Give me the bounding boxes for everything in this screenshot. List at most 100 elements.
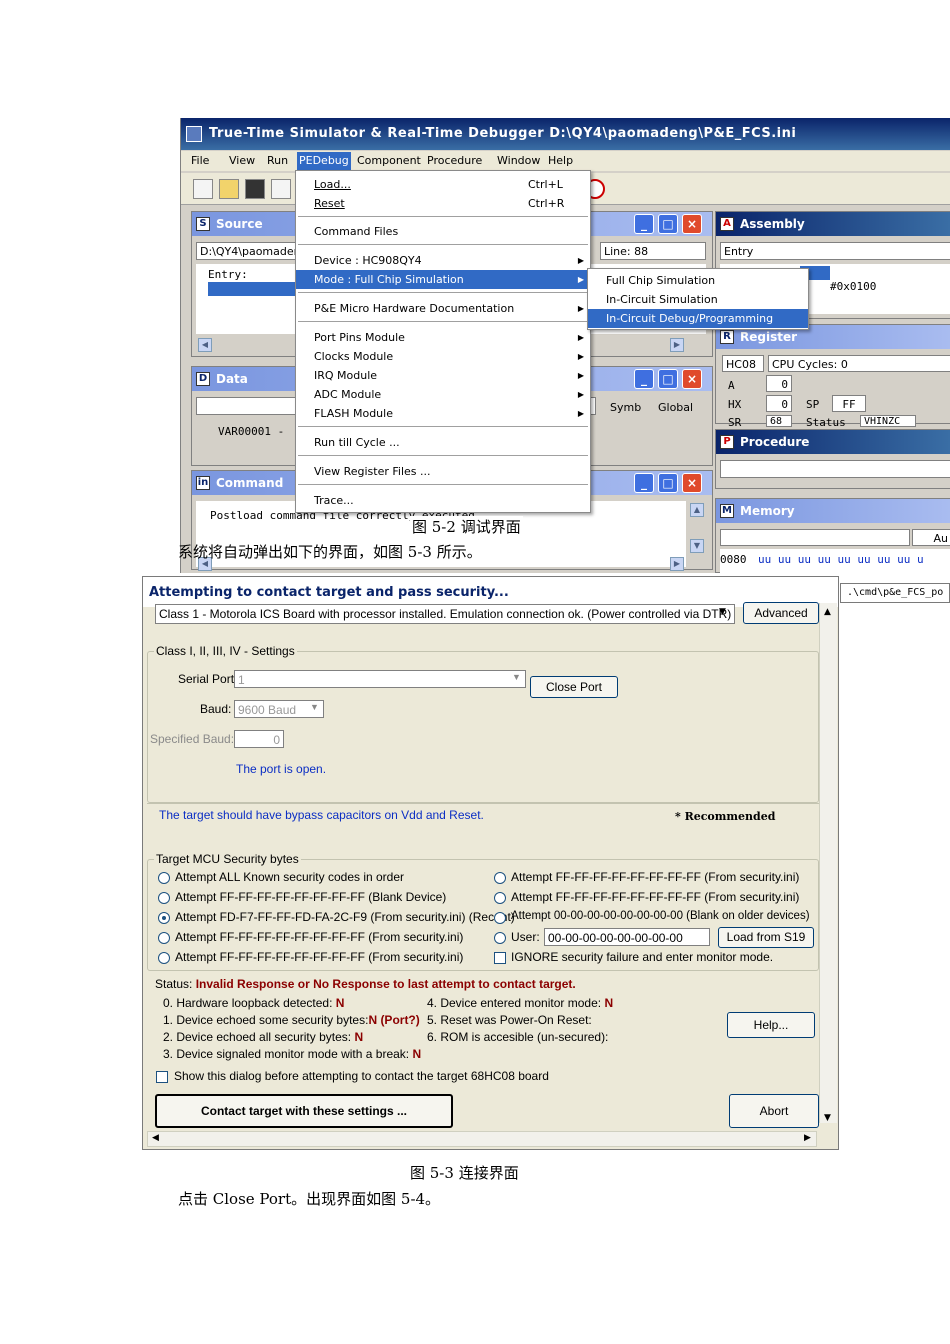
scroll-right-icon[interactable]: ▶ [804, 1133, 811, 1143]
sec-left-radio-4[interactable] [158, 952, 170, 964]
bypass-note: The target should have bypass capacitors… [159, 808, 484, 822]
load-s19-button[interactable]: Load from S19 [718, 927, 814, 948]
menu-item-view-register[interactable]: View Register Files ... [296, 462, 590, 481]
horizontal-scrollbar[interactable]: ◀ ▶ [147, 1131, 817, 1147]
debugger-window: True-Time Simulator & Real-Time Debugger… [180, 118, 950, 573]
menu-item-device[interactable]: Device : HC908QY4 ▶ [296, 251, 590, 270]
menu-component[interactable]: Component [357, 154, 421, 167]
abort-button[interactable]: Abort [729, 1094, 819, 1128]
menu-item-irq[interactable]: IRQ Module ▶ [296, 366, 590, 385]
connection-dialog: Attempting to contact target and pass se… [142, 576, 839, 1150]
serial-port-select[interactable]: 1 [234, 670, 526, 688]
menu-item-flash[interactable]: FLASH Module ▶ [296, 404, 590, 423]
close-icon[interactable]: × [682, 473, 702, 493]
scroll-up-icon[interactable]: ▲ [690, 503, 704, 517]
sec-left-radio-2[interactable] [158, 912, 170, 924]
reg-a-label: A [728, 379, 735, 392]
scroll-left-icon[interactable]: ◀ [198, 338, 212, 352]
menu-view[interactable]: View [229, 154, 255, 167]
maximize-icon[interactable]: □ [658, 473, 678, 493]
menu-item-port-pins[interactable]: Port Pins Module ▶ [296, 328, 590, 347]
user-security-input[interactable]: 00-00-00-00-00-00-00-00 [544, 928, 710, 946]
show-dialog-checkbox[interactable] [156, 1071, 168, 1083]
sec-left-radio-3[interactable] [158, 932, 170, 944]
vertical-scrollbar[interactable]: ▲ ▼ [819, 603, 837, 1123]
menu-item-mode[interactable]: Mode : Full Chip Simulation ▶ [296, 270, 590, 289]
menu-window[interactable]: Window [497, 154, 540, 167]
mode-full-chip[interactable]: Full Chip Simulation [588, 271, 808, 290]
reg-a-value[interactable]: 0 [766, 375, 792, 392]
assembly-title: Assembly [740, 217, 805, 231]
scroll-down-icon[interactable]: ▼ [824, 1113, 831, 1123]
class-select[interactable]: Class 1 - Motorola ICS Board with proces… [155, 604, 735, 624]
scroll-down-icon[interactable]: ▼ [690, 539, 704, 553]
chevron-down-icon[interactable]: ▼ [512, 672, 521, 682]
maximize-icon[interactable]: □ [658, 214, 678, 234]
minimize-icon[interactable]: _ [634, 369, 654, 389]
menu-item-reset[interactable]: Reset Ctrl+R [296, 194, 590, 213]
help-button[interactable]: Help... [727, 1012, 815, 1038]
menu-procedure[interactable]: Procedure [427, 154, 482, 167]
reg-sp-value[interactable]: FF [832, 395, 866, 412]
save-icon[interactable] [245, 179, 265, 199]
sec-right-radio-2[interactable] [494, 912, 506, 924]
chevron-down-icon[interactable]: ▼ [310, 702, 319, 712]
check-1: 1. Device echoed some security bytes:N (… [163, 1013, 420, 1027]
command-file-path: .\cmd\p&e_FCS_po [840, 583, 950, 603]
scroll-left-icon[interactable]: ◀ [152, 1133, 159, 1143]
scroll-right-icon[interactable]: ▶ [670, 557, 684, 571]
reg-sr-label: SR [728, 416, 742, 429]
submenu-arrow-icon: ▶ [577, 371, 584, 380]
specified-baud-input[interactable]: 0 [234, 730, 284, 748]
scroll-right-icon[interactable]: ▶ [670, 338, 684, 352]
sec-right-label-0: Attempt FF-FF-FF-FF-FF-FF-FF-FF (From se… [511, 870, 800, 884]
close-port-button[interactable]: Close Port [530, 676, 618, 698]
menu-item-run-till[interactable]: Run till Cycle ... [296, 433, 590, 452]
memory-au[interactable]: Au [912, 529, 950, 546]
figure-caption-5-3: 图 5-3 连接界面 [410, 1164, 519, 1182]
menu-run[interactable]: Run [267, 154, 288, 167]
ignore-checkbox[interactable] [494, 952, 506, 964]
sec-right-radio-0[interactable] [494, 872, 506, 884]
menu-pedebug[interactable]: PEDebug [297, 152, 351, 170]
new-file-icon[interactable] [193, 179, 213, 199]
menu-item-command-files[interactable]: Command Files [296, 222, 590, 241]
data-symb[interactable]: Symb [610, 401, 641, 414]
source-line: Line: 88 [600, 242, 706, 260]
menu-item-load[interactable]: Load... Ctrl+L [296, 175, 590, 194]
advanced-button[interactable]: Advanced [743, 602, 819, 624]
sec-right-radio-1[interactable] [494, 892, 506, 904]
minimize-icon[interactable]: _ [634, 473, 654, 493]
mode-in-circuit-debug[interactable]: In-Circuit Debug/Programming [588, 309, 808, 328]
security-legend: Target MCU Security bytes [154, 852, 301, 866]
submenu-arrow-icon: ▶ [577, 275, 584, 284]
open-folder-icon[interactable] [219, 179, 239, 199]
sec-user-radio[interactable] [494, 932, 506, 944]
minimize-icon[interactable]: _ [634, 214, 654, 234]
close-icon[interactable]: × [682, 214, 702, 234]
sec-left-radio-0[interactable] [158, 872, 170, 884]
close-icon[interactable]: × [682, 369, 702, 389]
cut-icon[interactable] [271, 179, 291, 199]
source-highlight [208, 282, 298, 296]
contact-target-button[interactable]: Contact target with these settings ... [155, 1094, 453, 1128]
scroll-up-icon[interactable]: ▲ [824, 607, 831, 617]
command-title: Command [216, 476, 284, 490]
maximize-icon[interactable]: □ [658, 369, 678, 389]
menu-bar: File View Run PEDebug Component Procedur… [181, 151, 950, 171]
menu-file[interactable]: File [191, 154, 209, 167]
reg-sr-value[interactable]: 68 [766, 415, 792, 427]
mode-in-circuit-sim[interactable]: In-Circuit Simulation [588, 290, 808, 309]
menu-help[interactable]: Help [548, 154, 573, 167]
menu-item-docs[interactable]: P&E Micro Hardware Documentation ▶ [296, 299, 590, 318]
chevron-down-icon[interactable]: ▼ [719, 607, 726, 617]
data-global[interactable]: Global [658, 401, 693, 414]
menu-item-clocks[interactable]: Clocks Module ▶ [296, 347, 590, 366]
sec-left-radio-1[interactable] [158, 892, 170, 904]
menu-item-trace[interactable]: Trace... [296, 491, 590, 510]
sec-left-label-4: Attempt FF-FF-FF-FF-FF-FF-FF-FF (From se… [175, 950, 464, 964]
procedure-list [720, 460, 950, 478]
dialog-title: Attempting to contact target and pass se… [143, 577, 838, 607]
reg-hx-value[interactable]: 0 [766, 395, 792, 412]
menu-item-adc[interactable]: ADC Module ▶ [296, 385, 590, 404]
